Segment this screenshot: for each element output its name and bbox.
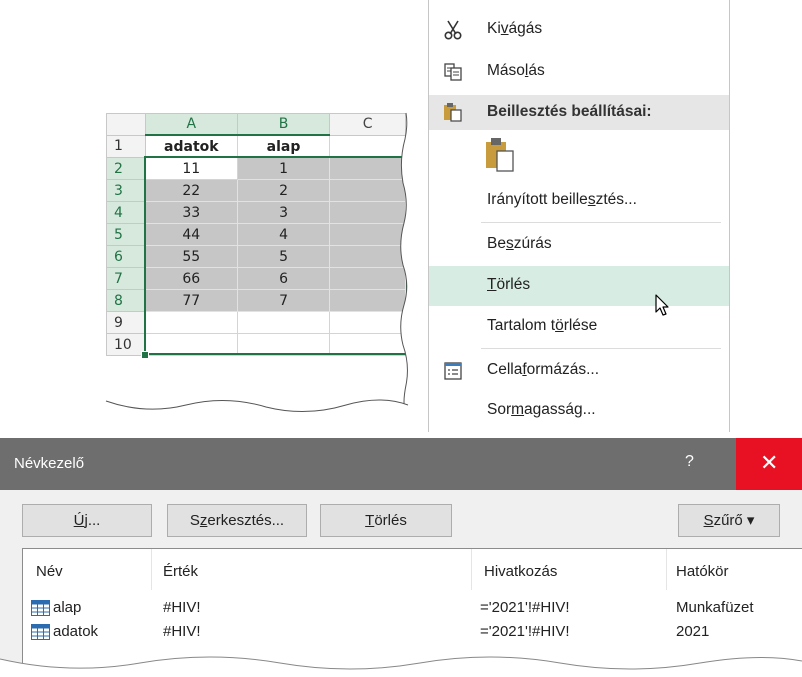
refers-to-cell: ='2021'!#HIV! [480,623,570,640]
column-divider [471,549,472,590]
column-divider [151,549,152,590]
paste-icon [444,103,462,122]
close-icon: ✕ [760,450,779,475]
paste-option-button[interactable] [429,134,729,180]
paste-options-header: Beillesztés beállításai: [429,95,729,130]
paste-clipboard-icon [486,138,514,172]
scope-cell: 2021 [676,623,710,640]
scope-cell: Munkafüzet [676,599,754,616]
named-range-icon [31,624,50,640]
context-menu: Kivágás Másolás Beillesztés beállításai:… [428,0,730,432]
close-button[interactable]: ✕ [736,438,802,490]
value-cell: #HIV! [163,599,201,616]
refers-to-cell: ='2021'!#HIV! [480,599,570,616]
scissors-icon [444,20,462,40]
torn-edge-decoration [0,656,802,677]
column-header-scope[interactable]: Hatókör [676,563,729,580]
list-item[interactable]: alap #HIV! ='2021'!#HIV! Munkafüzet [23,597,802,621]
menu-item-label: Kivágás [487,20,543,37]
paste-options-label: Beillesztés beállításai: [487,103,652,120]
edit-button[interactable]: Szerkesztés... [167,504,307,537]
named-range-icon [31,600,50,616]
menu-item-delete[interactable]: Törlés [429,266,729,306]
mouse-pointer-icon [655,294,669,316]
filter-dropdown[interactable]: Szűrő ▾ [678,504,780,537]
delete-button[interactable]: Törlés [320,504,452,537]
menu-item-copy[interactable]: Másolás [429,53,729,91]
column-divider [666,549,667,590]
name-cell: alap [53,599,82,616]
menu-item-row-height[interactable]: Sormagasság... [429,392,729,430]
menu-item-label: Sormagasság... [487,401,596,418]
new-button[interactable]: Új... [22,504,152,537]
column-header-refers-to[interactable]: Hivatkozás [484,563,557,580]
menu-item-label: Irányított beillesztés... [487,191,637,208]
menu-item-insert[interactable]: Beszúrás [429,226,729,264]
menu-item-label: Cellaformázás... [487,361,599,378]
menu-item-cut[interactable]: Kivágás [429,11,729,49]
spreadsheet-fragment: A B C 1 adatok alap 2 11 1 3 22 2 4 33 3 [105,112,416,423]
torn-edge-decoration [105,112,416,423]
menu-item-clear-contents[interactable]: Tartalom törlése [429,308,729,346]
dialog-titlebar[interactable]: Névkezelő ? ✕ [0,438,802,490]
menu-item-label: Törlés [487,276,531,293]
menu-separator [481,348,721,349]
copy-icon [444,63,462,81]
name-manager-dialog: Névkezelő ? ✕ Új... Szerkesztés... Törlé… [0,438,802,677]
format-cells-icon [444,362,462,380]
list-item[interactable]: adatok #HIV! ='2021'!#HIV! 2021 [23,621,802,645]
name-cell: adatok [53,623,99,640]
dialog-title: Névkezelő [14,455,85,472]
menu-item-paste-special[interactable]: Irányított beillesztés... [429,182,729,220]
menu-item-format-cells[interactable]: Cellaformázás... [429,352,729,390]
menu-item-label: Beszúrás [487,235,552,252]
help-button[interactable]: ? [685,453,694,471]
column-header-name[interactable]: Név [36,563,63,580]
menu-item-label: Tartalom törlése [487,317,598,334]
value-cell: #HIV! [163,623,201,640]
menu-item-label: Másolás [487,62,545,79]
column-header-value[interactable]: Érték [163,563,198,580]
menu-separator [481,222,721,223]
